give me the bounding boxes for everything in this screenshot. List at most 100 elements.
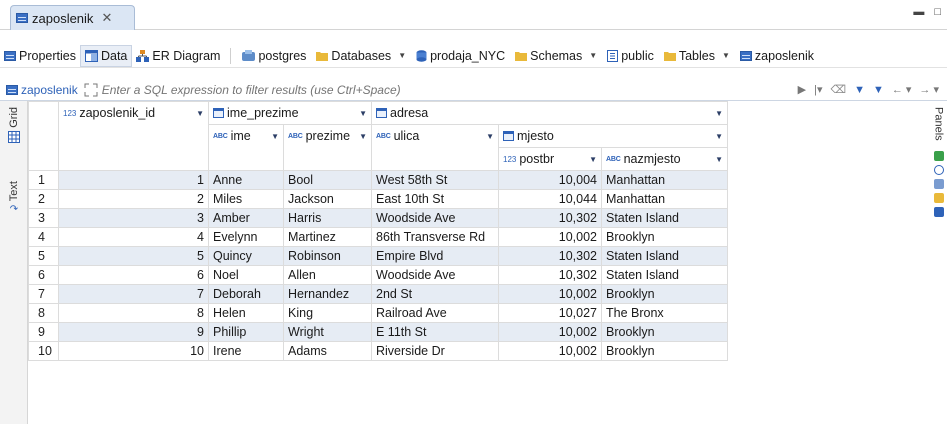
cell-ime[interactable]: Anne xyxy=(208,170,284,190)
cell-postbr[interactable]: 10,302 xyxy=(498,265,602,285)
cell-ime[interactable]: Irene xyxy=(208,341,284,361)
table-row[interactable]: 9 9 Phillip Wright E 11th St 10,002 Broo… xyxy=(28,322,946,342)
cell-postbr[interactable]: 10,027 xyxy=(498,303,602,323)
cell-nazmjesto[interactable]: Staten Island xyxy=(601,265,728,285)
table-row[interactable]: 5 5 Quincy Robinson Empire Blvd 10,302 S… xyxy=(28,246,946,266)
row-number[interactable]: 1 xyxy=(28,170,59,190)
breadcrumb-tables[interactable]: Tables ▼ xyxy=(659,49,735,63)
chevron-down-icon[interactable]: ▼ xyxy=(589,51,597,60)
cell-prezime[interactable]: Hernandez xyxy=(283,284,372,304)
cell-ime[interactable]: Evelynn xyxy=(208,227,284,247)
cell-ulica[interactable]: Riverside Dr xyxy=(371,341,499,361)
cell-ime[interactable]: Helen xyxy=(208,303,284,323)
cell-zaposlenik-id[interactable]: 8 xyxy=(58,303,209,323)
cell-ime[interactable]: Quincy xyxy=(208,246,284,266)
cell-postbr[interactable]: 10,002 xyxy=(498,322,602,342)
cell-zaposlenik-id[interactable]: 7 xyxy=(58,284,209,304)
cell-ulica[interactable]: Railroad Ave xyxy=(371,303,499,323)
cell-postbr[interactable]: 10,002 xyxy=(498,284,602,304)
cell-nazmjesto[interactable]: Brooklyn xyxy=(601,322,728,342)
filter-icon[interactable]: ▼ xyxy=(854,84,865,96)
cell-prezime[interactable]: Harris xyxy=(283,208,372,228)
cell-ulica[interactable]: E 11th St xyxy=(371,322,499,342)
tab-data[interactable]: Data xyxy=(79,44,133,67)
cell-ulica[interactable]: East 10th St xyxy=(371,189,499,209)
sort-dropdown-icon[interactable]: ▼ xyxy=(359,132,367,141)
cell-ime[interactable]: Phillip xyxy=(208,322,284,342)
cell-prezime[interactable]: Allen xyxy=(283,265,372,285)
row-number[interactable]: 8 xyxy=(28,303,59,323)
cell-zaposlenik-id[interactable]: 5 xyxy=(58,246,209,266)
cell-zaposlenik-id[interactable]: 4 xyxy=(58,227,209,247)
sort-dropdown-icon[interactable]: ▼ xyxy=(271,132,279,141)
table-row[interactable]: 6 6 Noel Allen Woodside Ave 10,302 State… xyxy=(28,265,946,285)
cell-nazmjesto[interactable]: Brooklyn xyxy=(601,227,728,247)
cell-nazmjesto[interactable]: Brooklyn xyxy=(601,284,728,304)
cell-prezime[interactable]: Adams xyxy=(283,341,372,361)
column-header-zaposlenik-id[interactable]: 123 zaposlenik_id ▼ xyxy=(58,101,209,171)
cell-zaposlenik-id[interactable]: 2 xyxy=(58,189,209,209)
breadcrumb-public[interactable]: public xyxy=(602,49,659,63)
forward-icon[interactable]: → ▾ xyxy=(919,83,939,96)
row-number[interactable]: 7 xyxy=(28,284,59,304)
cell-nazmjesto[interactable]: The Bronx xyxy=(601,303,728,323)
cell-postbr[interactable]: 10,002 xyxy=(498,227,602,247)
row-number[interactable]: 3 xyxy=(28,208,59,228)
history-dropdown-icon[interactable]: |▾ xyxy=(814,83,822,96)
cell-ulica[interactable]: West 58th St xyxy=(371,170,499,190)
breadcrumb-schemas[interactable]: Schemas ▼ xyxy=(510,49,602,63)
cell-nazmjesto[interactable]: Manhattan xyxy=(601,189,728,209)
cell-zaposlenik-id[interactable]: 9 xyxy=(58,322,209,342)
chevron-down-icon[interactable]: ▼ xyxy=(722,51,730,60)
cell-zaposlenik-id[interactable]: 1 xyxy=(58,170,209,190)
maximize-icon[interactable]: □ xyxy=(934,6,941,18)
row-number[interactable]: 2 xyxy=(28,189,59,209)
sort-dropdown-icon[interactable]: ▼ xyxy=(196,109,204,118)
panels-tab[interactable]: Panels xyxy=(933,107,945,141)
cell-prezime[interactable]: Martinez xyxy=(283,227,372,247)
calc-panel-icon[interactable] xyxy=(933,192,944,203)
cell-postbr[interactable]: 10,044 xyxy=(498,189,602,209)
sort-dropdown-icon[interactable]: ▼ xyxy=(359,109,367,118)
sort-dropdown-icon[interactable]: ▼ xyxy=(589,155,597,164)
tab-text[interactable]: Text ↷ xyxy=(2,181,26,215)
cell-prezime[interactable]: Robinson xyxy=(283,246,372,266)
breadcrumb-prodaja-nyc[interactable]: prodaja_NYC xyxy=(411,49,510,63)
column-header-ime-prezime[interactable]: ime_prezime ▼ xyxy=(208,101,372,125)
row-number[interactable]: 9 xyxy=(28,322,59,342)
value-panel-icon[interactable] xyxy=(933,150,944,161)
column-header-ulica[interactable]: ABC ulica ▼ xyxy=(371,124,499,171)
table-row[interactable]: 4 4 Evelynn Martinez 86th Transverse Rd … xyxy=(28,227,946,247)
table-row[interactable]: 1 1 Anne Bool West 58th St 10,004 Manhat… xyxy=(28,170,946,190)
filter-config-icon[interactable]: ▼ xyxy=(873,84,884,96)
row-number[interactable]: 6 xyxy=(28,265,59,285)
cell-ime[interactable]: Noel xyxy=(208,265,284,285)
column-header-prezime[interactable]: ABC prezime ▼ xyxy=(283,124,372,171)
cell-nazmjesto[interactable]: Staten Island xyxy=(601,208,728,228)
table-row[interactable]: 8 8 Helen King Railroad Ave 10,027 The B… xyxy=(28,303,946,323)
cell-prezime[interactable]: King xyxy=(283,303,372,323)
tab-grid[interactable]: Grid xyxy=(2,107,26,143)
tab-properties[interactable]: Properties xyxy=(0,45,80,67)
sort-dropdown-icon[interactable]: ▼ xyxy=(715,132,723,141)
sort-dropdown-icon[interactable]: ▼ xyxy=(715,155,723,164)
cell-postbr[interactable]: 10,002 xyxy=(498,341,602,361)
column-header-nazmjesto[interactable]: ABC nazmjesto ▼ xyxy=(601,147,728,171)
back-icon[interactable]: ← ▾ xyxy=(892,83,912,96)
cell-ime[interactable]: Amber xyxy=(208,208,284,228)
cell-nazmjesto[interactable]: Brooklyn xyxy=(601,341,728,361)
filter-table-label[interactable]: zaposlenik xyxy=(0,83,78,97)
tab-er-diagram[interactable]: ER Diagram xyxy=(132,45,224,67)
breadcrumb-zaposlenik[interactable]: zaposlenik xyxy=(735,49,819,63)
column-header-ime[interactable]: ABC ime ▼ xyxy=(208,124,284,171)
chevron-down-icon[interactable]: ▼ xyxy=(398,51,406,60)
eraser-icon[interactable]: ⌫ xyxy=(831,83,847,96)
cell-ulica[interactable]: Woodside Ave xyxy=(371,265,499,285)
references-panel-icon[interactable] xyxy=(933,206,944,217)
cell-prezime[interactable]: Wright xyxy=(283,322,372,342)
cell-ulica[interactable]: Woodside Ave xyxy=(371,208,499,228)
cell-nazmjesto[interactable]: Manhattan xyxy=(601,170,728,190)
expand-filter-icon[interactable] xyxy=(84,83,98,97)
editor-tab-zaposlenik[interactable]: zaposlenik ✕ xyxy=(10,5,135,30)
cell-prezime[interactable]: Jackson xyxy=(283,189,372,209)
